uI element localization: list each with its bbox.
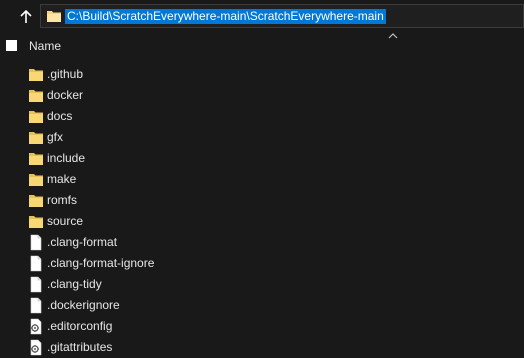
item-name: source xyxy=(47,214,84,228)
item-name: .clang-format-ignore xyxy=(47,256,155,270)
folder-row[interactable]: romfs xyxy=(0,190,524,211)
folder-icon xyxy=(29,132,43,144)
folder-icon xyxy=(29,174,43,186)
folder-row[interactable]: docker xyxy=(0,85,524,106)
file-row[interactable]: .clang-format xyxy=(0,232,524,253)
file-row[interactable]: .clang-format-ignore xyxy=(0,253,524,274)
address-input[interactable]: C:\Build\ScratchEverywhere-main\ScratchE… xyxy=(40,4,524,28)
folder-icon xyxy=(29,90,43,102)
item-name: make xyxy=(47,172,77,186)
up-button[interactable] xyxy=(16,7,36,27)
folder-row[interactable]: docs xyxy=(0,106,524,127)
item-name: .editorconfig xyxy=(47,319,113,333)
folder-icon xyxy=(29,153,43,165)
item-name: include xyxy=(47,151,86,165)
column-header-row: Name xyxy=(0,33,524,59)
folder-row[interactable]: include xyxy=(0,148,524,169)
folder-icon xyxy=(29,69,43,81)
column-header-name[interactable]: Name xyxy=(29,39,61,53)
file-icon xyxy=(30,297,42,314)
up-arrow-icon xyxy=(20,10,32,23)
file-icon xyxy=(30,255,42,272)
folder-icon xyxy=(29,111,43,123)
folder-row[interactable]: make xyxy=(0,169,524,190)
file-row[interactable]: .gitattributes xyxy=(0,337,524,358)
file-list: .github docker docs gfx include make romfs sour… xyxy=(0,64,524,358)
item-name: .clang-tidy xyxy=(47,277,102,291)
file-row[interactable]: .editorconfig xyxy=(0,316,524,337)
folder-row[interactable]: gfx xyxy=(0,127,524,148)
folder-icon xyxy=(29,195,43,207)
file-icon xyxy=(30,234,42,251)
file-icon xyxy=(30,276,42,293)
file-row[interactable]: .dockerignore xyxy=(0,295,524,316)
item-name: docker xyxy=(47,88,84,102)
item-name: .dockerignore xyxy=(47,298,120,312)
select-all-checkbox[interactable] xyxy=(6,40,17,51)
item-name: .github xyxy=(47,67,84,81)
file-row[interactable]: .clang-tidy xyxy=(0,274,524,295)
address-path-text: C:\Build\ScratchEverywhere-main\ScratchE… xyxy=(65,9,386,24)
folder-icon xyxy=(47,11,61,22)
item-name: gfx xyxy=(47,130,64,144)
config-file-icon xyxy=(30,339,42,356)
item-name: .clang-format xyxy=(47,235,118,249)
folder-row[interactable]: .github xyxy=(0,64,524,85)
item-name: romfs xyxy=(47,193,77,207)
item-name: .gitattributes xyxy=(47,340,113,354)
config-file-icon xyxy=(30,318,42,335)
folder-icon xyxy=(29,216,43,228)
item-name: docs xyxy=(47,109,73,123)
address-bar-area: C:\Build\ScratchEverywhere-main\ScratchE… xyxy=(0,0,524,33)
chevron-up-icon[interactable] xyxy=(388,32,398,40)
folder-row[interactable]: source xyxy=(0,211,524,232)
